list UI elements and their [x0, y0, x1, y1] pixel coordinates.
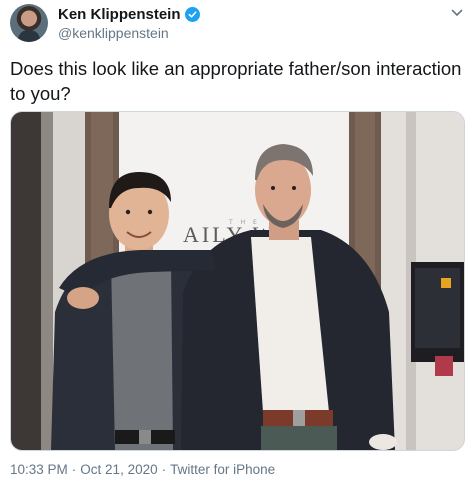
tweet-time[interactable]: 10:33 PM — [10, 462, 68, 477]
user-avatar[interactable] — [10, 4, 48, 42]
tweet-date[interactable]: Oct 21, 2020 — [80, 462, 157, 477]
tweet-meta: 10:33 PM · Oct 21, 2020 · Twitter for iP… — [10, 462, 275, 477]
meta-separator: · — [71, 462, 77, 477]
chevron-down-icon[interactable] — [450, 6, 464, 20]
photo-illustration: T H E AILY W — [11, 112, 464, 450]
name-row: Ken Klippenstein — [58, 6, 200, 23]
meta-separator-2: · — [161, 462, 167, 477]
tweet-card: Ken Klippenstein @kenklippenstein Does t… — [0, 0, 474, 482]
tweet-text: Does this look like an appropriate fathe… — [10, 58, 462, 104]
display-name[interactable]: Ken Klippenstein — [58, 6, 181, 23]
tweet-photo[interactable]: T H E AILY W — [10, 111, 465, 451]
user-handle[interactable]: @kenklippenstein — [58, 25, 169, 41]
tweet-source[interactable]: Twitter for iPhone — [170, 462, 275, 477]
tweet-header: Ken Klippenstein @kenklippenstein — [10, 4, 466, 44]
verified-badge-icon — [184, 7, 200, 22]
